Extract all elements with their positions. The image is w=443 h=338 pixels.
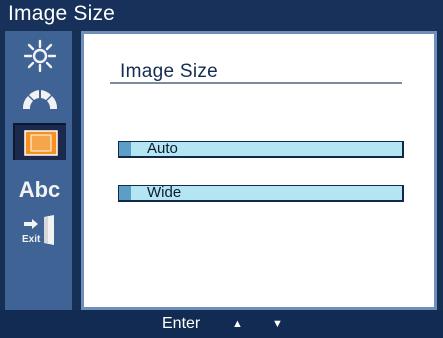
option-auto[interactable]: Auto [118,140,404,158]
sidebar-item-language[interactable]: Abc [13,171,66,208]
language-icon-label: Abc [18,176,61,202]
bottom-bar: Enter ▲ ▼ [0,310,443,338]
osd-window: Image Size Abc Exit Image Size Auto Wide… [0,0,443,338]
exit-icon: Exit [22,214,54,245]
option-label: Wide [147,184,182,201]
image-size-icon [23,129,58,156]
sidebar-item-brightness[interactable] [13,37,66,74]
option-wide[interactable]: Wide [118,184,404,202]
window-title: Image Size [8,2,116,25]
option-marker [119,142,131,156]
enter-hint: Enter [162,315,201,332]
sidebar-item-color[interactable] [13,78,66,115]
down-arrow-icon: ▼ [272,318,283,330]
option-marker [119,186,131,200]
exit-icon-label: Exit [22,234,41,245]
sidebar-item-exit[interactable]: Exit [13,211,66,248]
panel-heading: Image Size [120,61,219,82]
title-bar: Image Size [0,0,443,30]
color-icon [22,89,57,109]
sidebar: Abc Exit [5,31,72,310]
sidebar-item-image-size[interactable] [13,123,66,160]
language-icon: Abc [19,177,61,203]
brightness-icon [23,39,56,72]
option-label: Auto [147,140,178,157]
main-panel: Image Size Auto Wide [81,31,437,310]
up-arrow-icon: ▲ [232,318,243,330]
heading-divider [110,82,402,84]
